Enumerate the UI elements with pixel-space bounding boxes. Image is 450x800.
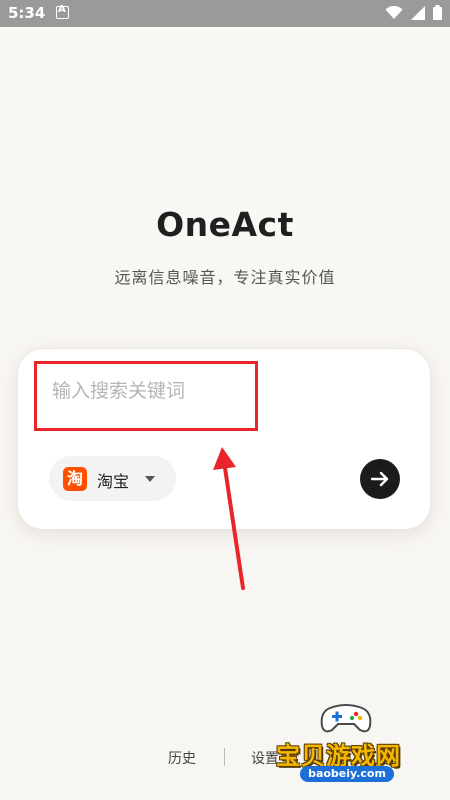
- annotation-highlight-box: [34, 361, 258, 431]
- battery-icon: [433, 5, 442, 20]
- app-title: OneAct: [156, 205, 294, 244]
- gamepad-icon: [320, 704, 372, 733]
- history-link[interactable]: 历史: [168, 748, 196, 768]
- status-time: 5:34: [8, 4, 46, 22]
- watermark: 宝贝游戏网 baobeiy.com: [272, 700, 442, 800]
- taobao-logo-icon: 淘: [63, 467, 87, 491]
- platform-label: 淘宝: [97, 472, 130, 491]
- arrow-right-icon: [370, 471, 389, 487]
- watermark-url: baobeiy.com: [300, 766, 394, 782]
- caret-down-icon: [145, 476, 155, 482]
- platform-selector[interactable]: 淘 淘宝: [49, 456, 176, 501]
- nav-divider: [224, 748, 225, 766]
- status-bar: 5:34: [0, 0, 450, 27]
- app-subtitle: 远离信息噪音，专注真实价值: [114, 268, 336, 287]
- search-card: 淘 淘宝: [17, 348, 431, 530]
- signal-icon: [411, 5, 425, 20]
- search-go-button[interactable]: [360, 459, 400, 499]
- wifi-icon: [385, 5, 403, 19]
- status-icons: [385, 5, 442, 20]
- a-notification-icon: [56, 4, 69, 19]
